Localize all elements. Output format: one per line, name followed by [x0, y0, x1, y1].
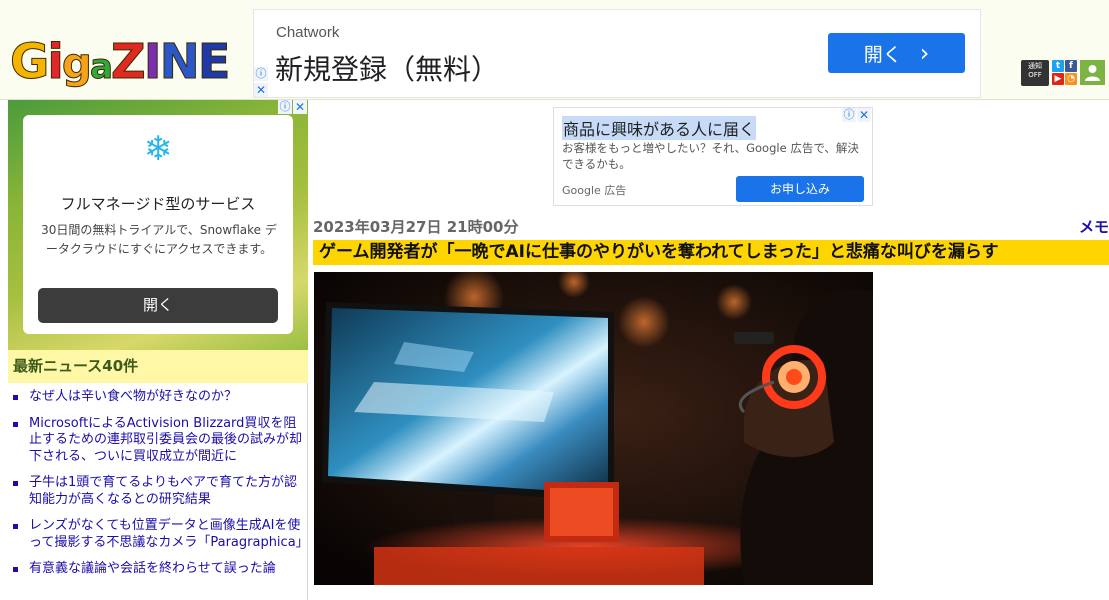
- main-content: 商品に興味がある人に届く お客様をもっと増やしたい？それ、Google 広告で、…: [309, 100, 1109, 600]
- adchoices-icon[interactable]: ⓘ: [254, 67, 268, 81]
- article-title[interactable]: ゲーム開発者が「一晩でAIに仕事のやりがいを奪われてしまった」と悲痛な叫びを漏ら…: [313, 240, 1109, 265]
- inline-ad-body: お客様をもっと増やしたい？それ、Google 広告で、解決できるかも。: [562, 141, 859, 171]
- news-link[interactable]: レンズがなくても位置データと画像生成AIを使って撮影する不思議なカメラ「Para…: [29, 518, 309, 550]
- news-link[interactable]: 子牛は1頭で育てるよりもペアで育てた方が認知能力が高くなるとの研究結果: [29, 475, 297, 507]
- facebook-icon[interactable]: f: [1065, 60, 1077, 72]
- news-list-item[interactable]: レンズがなくても位置データと画像生成AIを使って撮影する不思議なカメラ「Para…: [8, 518, 309, 551]
- left-sidebar: ❄ フルマネージド型のサービス 30日間の無料トライアルで、Snowflake …: [8, 100, 309, 600]
- adchoices-icon[interactable]: ⓘ: [842, 108, 856, 122]
- site-header: GigaZINE Chatwork 新規登録（無料） 開く › ⓘ ✕ 通知 O…: [0, 0, 1109, 100]
- news-list-item[interactable]: 子牛は1頭で育てるよりもペアで育てた方が認知能力が高くなるとの研究結果: [8, 475, 308, 508]
- chevron-right-icon: ›: [919, 39, 930, 67]
- article-hero-image: [314, 272, 873, 585]
- ad-close-icon[interactable]: ✕: [857, 108, 871, 122]
- memo-link[interactable]: メモ: [1079, 216, 1109, 237]
- gamer-photo: [314, 272, 873, 585]
- inline-text-ad[interactable]: 商品に興味がある人に届く お客様をもっと増やしたい？それ、Google 広告で、…: [553, 107, 873, 206]
- user-icon[interactable]: [1080, 60, 1105, 85]
- ad-open-button[interactable]: 開く ›: [828, 33, 965, 73]
- snowflake-logo-icon: ❄: [143, 129, 173, 169]
- latest-news-heading: 最新ニュース40件: [8, 350, 308, 383]
- inline-ad-source: Google 広告: [562, 184, 627, 197]
- ad-close-icon[interactable]: ✕: [254, 83, 268, 97]
- news-list-item[interactable]: 有意義な議論や会話を終わらせて誤った論: [8, 561, 308, 578]
- gigazine-logo[interactable]: GigaZINE: [9, 34, 231, 91]
- rss-icon[interactable]: ◔: [1065, 73, 1077, 85]
- inline-ad-apply-button[interactable]: お申し込み: [736, 176, 864, 202]
- ad-headline[interactable]: 新規登録（無料）: [275, 48, 499, 88]
- adchoices-icon[interactable]: ⓘ: [278, 100, 292, 114]
- notify-label: 通知: [1028, 62, 1042, 70]
- page: GigaZINE Chatwork 新規登録（無料） 開く › ⓘ ✕ 通知 O…: [0, 0, 1109, 600]
- article-date: 2023年03月27日 21時00分: [313, 218, 519, 236]
- news-link[interactable]: なぜ人は辛い食べ物が好きなのか？: [29, 389, 237, 404]
- youtube-icon[interactable]: ▶: [1052, 73, 1064, 85]
- ad-close-icon[interactable]: ✕: [293, 100, 307, 114]
- news-link[interactable]: MicrosoftによるActivision Blizzard買収を阻止するため…: [29, 416, 302, 464]
- sidebar-ad-description: 30日間の無料トライアルで、Snowflake データクラウドにすぐにアクセスで…: [41, 223, 277, 256]
- top-banner-ad[interactable]: Chatwork 新規登録（無料） 開く ›: [253, 9, 981, 98]
- sidebar-ad-card[interactable]: ❄ フルマネージド型のサービス 30日間の無料トライアルで、Snowflake …: [23, 115, 293, 334]
- news-link[interactable]: 有意義な議論や会話を終わらせて誤った論: [29, 561, 276, 576]
- inline-ad-headline[interactable]: 商品に興味がある人に届く: [562, 116, 757, 140]
- latest-news-list: なぜ人は辛い食べ物が好きなのか？ MicrosoftによるActivision …: [8, 389, 309, 588]
- notify-state: OFF: [1028, 71, 1042, 79]
- ad-advertiser: Chatwork: [276, 24, 340, 41]
- ad-open-label: 開く: [863, 43, 902, 66]
- sidebar-ad-title: フルマネージド型のサービス: [60, 195, 256, 213]
- social-icon-grid: t f ▶ ◔: [1052, 60, 1077, 85]
- notification-toggle[interactable]: 通知 OFF: [1021, 60, 1049, 86]
- sidebar-ad-open-button[interactable]: 開く: [38, 288, 278, 323]
- news-list-item[interactable]: MicrosoftによるActivision Blizzard買収を阻止するため…: [8, 416, 308, 466]
- twitter-icon[interactable]: t: [1052, 60, 1064, 72]
- social-links: 通知 OFF t f ▶ ◔: [1021, 60, 1105, 86]
- news-list-item[interactable]: なぜ人は辛い食べ物が好きなのか？: [8, 389, 308, 406]
- sidebar-ad[interactable]: ❄ フルマネージド型のサービス 30日間の無料トライアルで、Snowflake …: [8, 100, 308, 350]
